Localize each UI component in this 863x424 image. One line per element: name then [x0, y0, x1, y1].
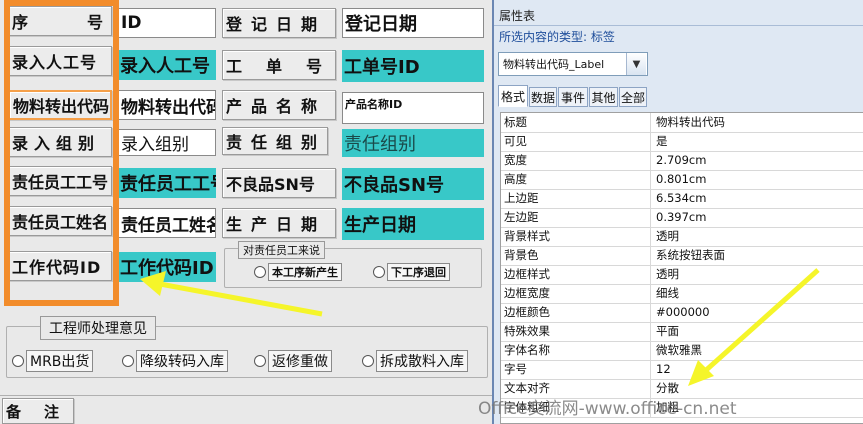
radio-icon — [122, 355, 134, 367]
chevron-down-icon[interactable]: ▼ — [626, 53, 646, 75]
tab-format[interactable]: 格式 — [498, 85, 528, 107]
property-grid: 标题 物料转出代码 可见是宽度 2.709cm 高度 0.801cm 上边距 6.534cm 左… — [500, 112, 863, 424]
property-row[interactable]: 宽度 2.709cm — [501, 151, 863, 171]
label-defect-sn[interactable]: 不良品SN号 — [222, 168, 336, 198]
property-row[interactable]: 背景色 系统按钮表面 — [501, 246, 863, 266]
property-key: 字体名称 — [501, 341, 651, 360]
option-label: MRB出货 — [26, 350, 94, 372]
option-label: 降级转码入库 — [136, 350, 228, 372]
property-key: 宽度 — [501, 151, 651, 170]
property-row[interactable]: 上边距 6.534cm — [501, 189, 863, 209]
label-product-name[interactable]: 产品名称 — [222, 90, 336, 120]
field-work-code[interactable]: 工作代码ID — [118, 252, 216, 282]
property-key: 字号 — [501, 360, 651, 379]
radio-icon — [254, 266, 266, 278]
divider — [494, 25, 863, 26]
property-value[interactable]: 透明 — [653, 227, 863, 246]
property-row[interactable]: 标题 物料转出代码 — [501, 113, 863, 133]
property-key: 高度 — [501, 170, 651, 189]
label-prod-date[interactable]: 生产日期 — [222, 208, 336, 238]
label-reg-date[interactable]: 登记日期 — [222, 8, 336, 38]
engineer-frame-caption: 工程师处理意见 — [40, 316, 156, 340]
watermark: Office交流网-www.office-cn.net — [478, 399, 737, 419]
tab-other[interactable]: 其他 — [589, 87, 618, 107]
label-resp-group[interactable]: 责任组别 — [222, 127, 328, 155]
form-designer: 序 号 录入人工号 物料转出代码 录入组别 责任员工工号 责任员工姓名 工作代码… — [0, 0, 492, 424]
property-key: 标题 — [501, 113, 651, 132]
field-resp-name[interactable]: 责任员工姓名 — [118, 208, 216, 238]
field-reg-date[interactable]: 登记日期 — [342, 8, 484, 38]
property-row[interactable]: 背景样式 透明 — [501, 227, 863, 247]
radio-icon — [254, 355, 266, 367]
field-resp-id[interactable]: 责任员工工号 — [118, 168, 216, 198]
option-new-in-process[interactable]: 本工序新产生 — [254, 263, 342, 281]
property-key: 背景样式 — [501, 227, 651, 246]
field-order-no[interactable]: 工单号ID — [342, 50, 484, 82]
property-value[interactable]: 2.709cm — [653, 151, 863, 170]
property-value[interactable]: #000000 — [653, 303, 863, 322]
selection-type: 所选内容的类型: 标签 — [499, 30, 615, 44]
label-order-no[interactable]: 工 单 号 — [222, 50, 336, 80]
property-value[interactable]: 透明 — [653, 265, 863, 284]
tab-event[interactable]: 事件 — [558, 87, 588, 107]
property-row[interactable]: 高度 0.801cm — [501, 170, 863, 190]
field-entry-group[interactable]: 录入组别 — [118, 129, 216, 156]
field-material-code[interactable]: 物料转出代码 — [118, 90, 216, 120]
property-value[interactable]: 0.801cm — [653, 170, 863, 189]
resp-origin-caption: 对责任员工来说 — [238, 241, 325, 259]
divider — [0, 395, 492, 396]
property-sheet: 属性表 所选内容的类型: 标签 物料转出代码_Label ▼ 格式 数据 事件 … — [492, 0, 863, 424]
radio-icon — [362, 355, 374, 367]
field-prod-date[interactable]: 生产日期 — [342, 208, 484, 240]
property-row[interactable]: 字体名称 微软雅黑 — [501, 341, 863, 361]
control-select-value: 物料转出代码_Label — [503, 58, 605, 71]
property-key: 可见 — [501, 132, 651, 151]
property-row[interactable]: 边框颜色 #000000 — [501, 303, 863, 323]
property-row[interactable]: 边框样式 透明 — [501, 265, 863, 285]
option-label: 本工序新产生 — [268, 263, 342, 281]
property-value[interactable]: 系统按钮表面 — [653, 246, 863, 265]
property-row[interactable]: 边框宽度 细线 — [501, 284, 863, 304]
property-value[interactable]: 6.534cm — [653, 189, 863, 208]
radio-icon — [12, 355, 24, 367]
field-product-name[interactable]: 产品名称ID — [342, 92, 484, 124]
property-key: 特殊效果 — [501, 322, 651, 341]
radio-icon — [373, 266, 385, 278]
property-value[interactable]: 细线 — [653, 284, 863, 303]
property-row[interactable]: 特殊效果 平面 — [501, 322, 863, 342]
option-returned-next[interactable]: 下工序退回 — [373, 263, 450, 281]
property-row[interactable]: 字号 12 — [501, 360, 863, 380]
selection-highlight — [4, 0, 119, 306]
field-defect-sn[interactable]: 不良品SN号 — [342, 168, 484, 200]
property-sheet-title: 属性表 — [499, 9, 536, 23]
property-value[interactable]: 是 — [653, 132, 863, 151]
tab-data[interactable]: 数据 — [529, 87, 557, 107]
property-key: 左边距 — [501, 208, 651, 227]
option-downgrade[interactable]: 降级转码入库 — [122, 350, 228, 372]
property-value[interactable]: 物料转出代码 — [653, 113, 863, 132]
property-value[interactable]: 微软雅黑 — [653, 341, 863, 360]
property-row[interactable]: 左边距 0.397cm — [501, 208, 863, 228]
property-key: 上边距 — [501, 189, 651, 208]
property-key: 边框颜色 — [501, 303, 651, 322]
label-remark[interactable]: 备 注 — [2, 398, 74, 424]
tab-all[interactable]: 全部 — [619, 87, 647, 107]
option-label: 下工序退回 — [387, 263, 450, 281]
field-id[interactable]: ID — [118, 8, 216, 38]
option-label: 返修重做 — [268, 350, 332, 372]
option-split-bulk[interactable]: 拆成散料入库 — [362, 350, 468, 372]
property-value[interactable]: 0.397cm — [653, 208, 863, 227]
property-key: 边框样式 — [501, 265, 651, 284]
option-mrb-ship[interactable]: MRB出货 — [12, 350, 94, 372]
property-value[interactable]: 平面 — [653, 322, 863, 341]
option-label: 拆成散料入库 — [376, 350, 468, 372]
property-key: 边框宽度 — [501, 284, 651, 303]
property-value[interactable]: 12 — [653, 360, 863, 379]
field-entry-id[interactable]: 录入人工号 — [118, 50, 216, 80]
option-rework[interactable]: 返修重做 — [254, 350, 332, 372]
field-resp-group[interactable]: 责任组别 — [342, 129, 484, 157]
property-key: 背景色 — [501, 246, 651, 265]
property-row[interactable]: 可见是 — [501, 132, 863, 152]
